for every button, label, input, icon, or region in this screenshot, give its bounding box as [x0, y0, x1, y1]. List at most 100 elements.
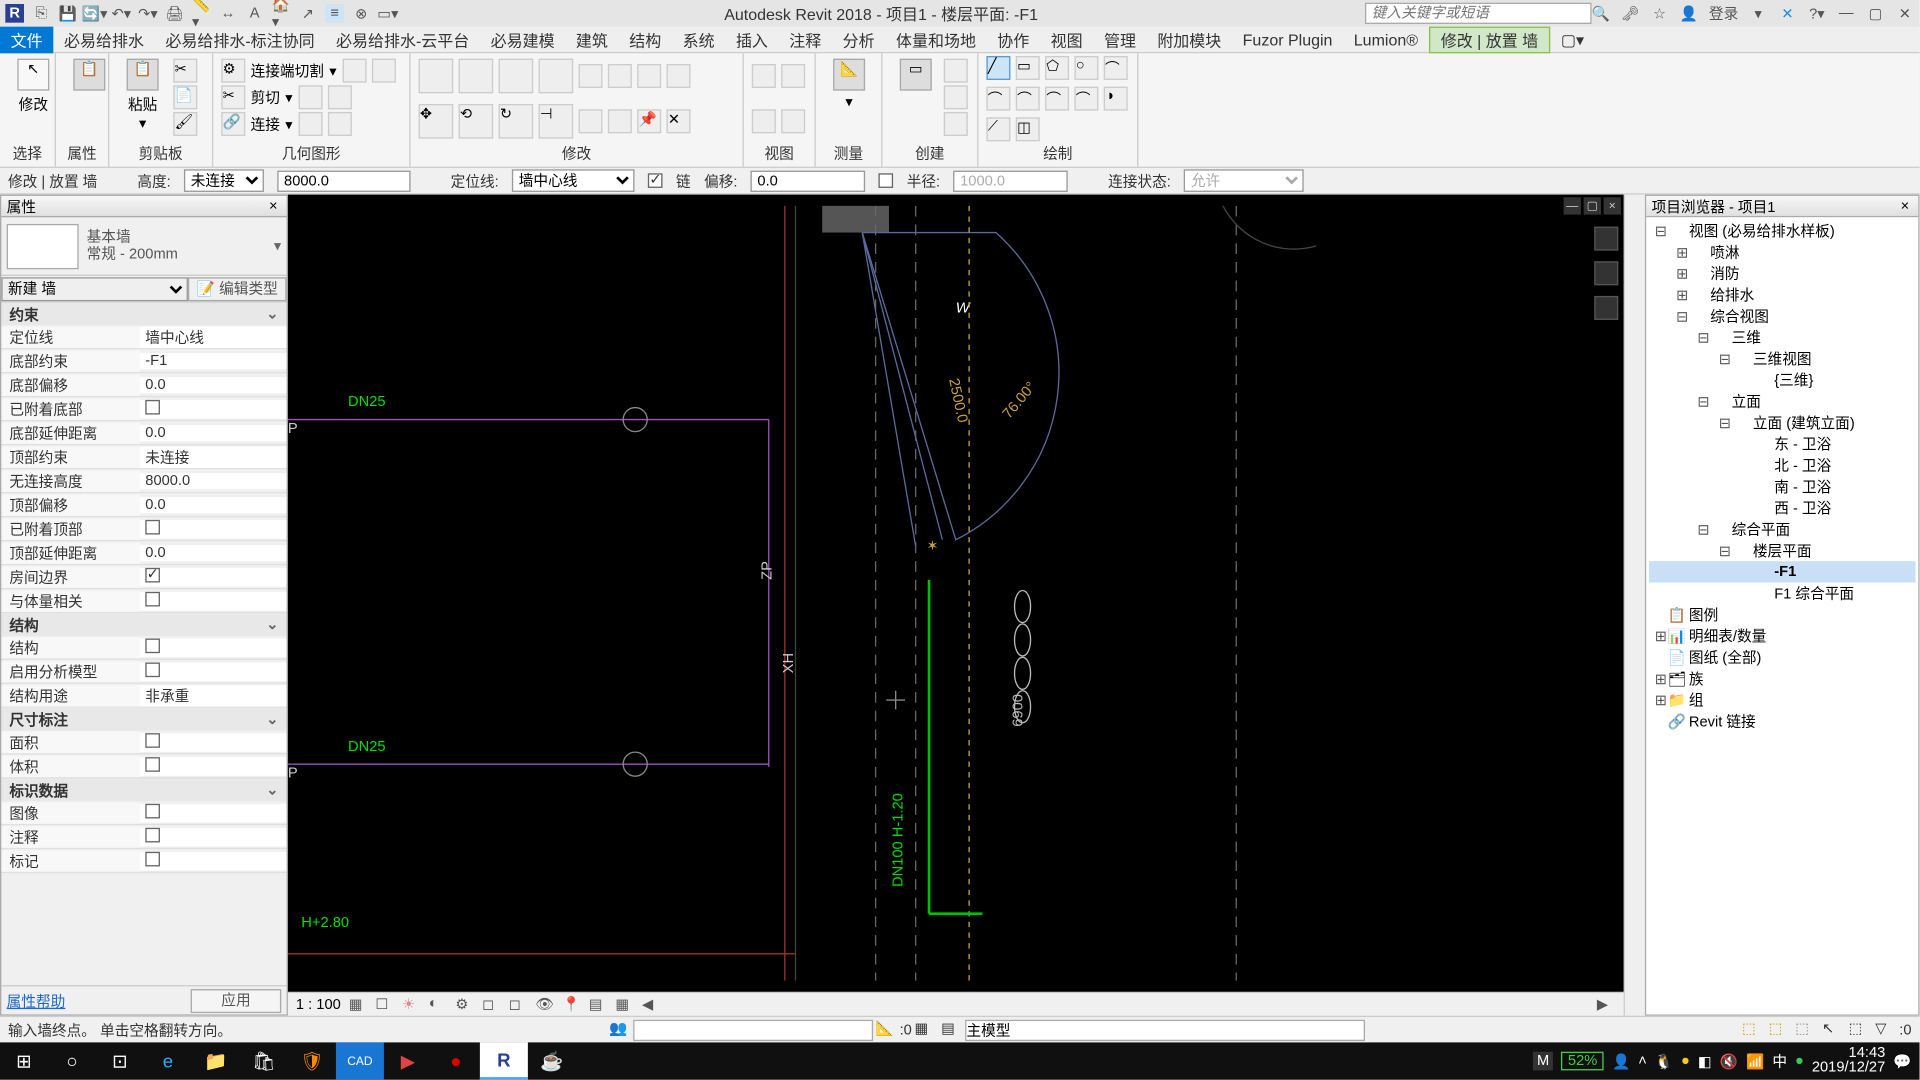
d4-icon[interactable]: ⌒ [1074, 87, 1098, 111]
detail-icon[interactable]: ▦ [349, 995, 368, 1014]
edge-icon[interactable]: e [144, 1042, 192, 1079]
record-icon[interactable]: ● [432, 1042, 480, 1079]
mirror-draw-icon[interactable] [539, 59, 574, 94]
array-icon[interactable] [637, 64, 661, 88]
prop-row[interactable]: 体积 [1, 754, 286, 778]
properties-close-icon[interactable]: × [265, 198, 281, 214]
m2-icon[interactable] [608, 109, 632, 133]
prop-row[interactable]: 标记 [1, 849, 286, 873]
properties-button[interactable]: 📋 [64, 56, 115, 93]
tree-node[interactable]: -F1 [1649, 561, 1916, 582]
v3-icon[interactable] [752, 109, 776, 133]
prop-row[interactable]: 图像 [1, 801, 286, 825]
tree-node[interactable]: 北 - 卫浴 [1649, 455, 1916, 476]
tree-node[interactable]: 🔗Revit 链接 [1649, 710, 1916, 731]
paste-button[interactable]: 📋粘贴▾ [117, 56, 168, 141]
view-max-icon[interactable]: ▢ [1584, 197, 1601, 214]
volume-icon[interactable]: 🔇 [1720, 1052, 1738, 1069]
tree-node[interactable]: ⊟立面 (建筑立面) [1649, 412, 1916, 433]
geo5-icon[interactable] [298, 112, 322, 136]
rect-icon[interactable]: ▭ [1016, 56, 1040, 80]
main-model-input[interactable] [965, 1019, 1365, 1040]
d2-icon[interactable]: ⌒ [1016, 87, 1040, 111]
browser-tree[interactable]: ⊟视图 (必易给排水样板)⊞喷淋⊞消防⊞给排水⊟综合视图⊟三维⊟三维视图{三维}… [1646, 217, 1918, 1014]
ribbon-tab-14[interactable]: 管理 [1093, 27, 1146, 54]
align-icon[interactable] [419, 59, 454, 94]
c2-icon[interactable] [944, 85, 968, 109]
tree-node[interactable]: ⊞喷淋 [1649, 241, 1916, 262]
offset-input[interactable] [751, 170, 866, 191]
ribbon-tab-13[interactable]: 视图 [1040, 27, 1093, 54]
tree-node[interactable]: ⊞🗂族 [1649, 668, 1916, 689]
help-search-input[interactable] [1365, 3, 1592, 24]
store-icon[interactable]: 🛍 [240, 1042, 288, 1079]
c1-icon[interactable] [944, 59, 968, 83]
taskview-icon[interactable]: ⊡ [96, 1042, 144, 1079]
prop-row[interactable]: 注释 [1, 825, 286, 849]
offset-icon[interactable] [459, 59, 494, 94]
ribbon-tab-1[interactable]: 必易给排水 [53, 27, 154, 54]
ribbon-tab-9[interactable]: 注释 [779, 27, 832, 54]
v2-icon[interactable] [781, 64, 805, 88]
tree-node[interactable]: ⊞消防 [1649, 263, 1916, 284]
prop-row[interactable]: 顶部延伸距离0.0 [1, 541, 286, 565]
tree-node[interactable]: ⊞给排水 [1649, 284, 1916, 305]
revit-logo-icon[interactable]: R [5, 4, 24, 23]
move-icon[interactable]: ✥ [419, 104, 454, 139]
tree-node[interactable]: ⊞📊明细表/数量 [1649, 625, 1916, 646]
apply-button[interactable]: 应用 [191, 988, 282, 1012]
tray2-icon[interactable]: ● [1681, 1053, 1690, 1069]
d3-icon[interactable]: ⌒ [1045, 87, 1069, 111]
undo-icon[interactable]: ↶▾ [112, 4, 131, 23]
prop-row[interactable]: 无连接高度8000.0 [1, 469, 286, 493]
tree-node[interactable]: 东 - 卫浴 [1649, 433, 1916, 454]
ribbon-tab-18[interactable]: 修改 | 放置 墙 [1429, 27, 1550, 54]
editable-icon[interactable]: ▤ [941, 1019, 962, 1040]
shadow-icon[interactable]: ◐ [429, 995, 448, 1014]
split-icon[interactable] [608, 64, 632, 88]
cortana-icon[interactable]: ○ [48, 1042, 96, 1079]
tray-green-icon[interactable]: ● [1795, 1053, 1804, 1069]
cad-icon[interactable]: CAD [336, 1042, 384, 1079]
ribbon-tab-5[interactable]: 建筑 [565, 27, 618, 54]
new-select[interactable]: 新建 墙 [1, 277, 188, 301]
prop-row[interactable]: 面积 [1, 730, 286, 754]
copy-icon[interactable]: 📄 [173, 85, 197, 109]
sun-icon[interactable]: ☀ [402, 995, 421, 1014]
geo3-icon[interactable] [298, 85, 322, 109]
c3-icon[interactable] [944, 112, 968, 136]
view-min-icon[interactable]: — [1564, 197, 1581, 214]
ribbon-tab-7[interactable]: 系统 [672, 27, 725, 54]
ribbon-tab-3[interactable]: 必易给排水-云平台 [325, 27, 480, 54]
network-icon[interactable]: 📶 [1746, 1052, 1764, 1069]
radius-input[interactable] [953, 170, 1068, 191]
ribbon-tab-8[interactable]: 插入 [725, 27, 778, 54]
circ-icon[interactable]: ○ [1074, 56, 1098, 80]
view-close-icon[interactable]: × [1604, 197, 1621, 214]
people-icon[interactable]: 👤 [1612, 1052, 1630, 1069]
tree-node[interactable]: ⊟立面 [1649, 391, 1916, 412]
tray1-icon[interactable]: 🐧 [1655, 1052, 1673, 1069]
height-input[interactable] [277, 170, 410, 191]
tray-m-icon[interactable]: M [1533, 1052, 1553, 1071]
browser-close-icon[interactable]: × [1897, 198, 1913, 214]
prop-row[interactable]: 启用分析模型 [1, 660, 286, 684]
tree-node[interactable]: 西 - 卫浴 [1649, 497, 1916, 518]
explorer-icon[interactable]: 📁 [192, 1042, 240, 1079]
tree-node[interactable]: {三维} [1649, 369, 1916, 390]
filter-icon[interactable]: ▽ [1875, 1019, 1896, 1040]
crop-show-icon[interactable]: ◻ [509, 995, 528, 1014]
print-icon[interactable]: 🖨 [165, 4, 184, 23]
clock[interactable]: 14:432019/12/27 [1812, 1046, 1885, 1075]
navwheel-icon[interactable] [1594, 227, 1618, 251]
tree-node[interactable]: 📄图纸 (全部) [1649, 647, 1916, 668]
geo1-icon[interactable] [342, 59, 366, 83]
analytic-icon[interactable]: ▦ [615, 995, 634, 1014]
tree-node[interactable]: ⊟视图 (必易给排水样板) [1649, 220, 1916, 241]
sel2-icon[interactable]: ⬚ [1769, 1019, 1790, 1040]
chain-checkbox[interactable] [648, 173, 663, 188]
scroll-column[interactable] [1624, 195, 1645, 1016]
prop-row[interactable]: 底部延伸距离0.0 [1, 421, 286, 445]
sel1-icon[interactable]: ⬚ [1742, 1019, 1763, 1040]
match-icon[interactable]: 🖌 [173, 112, 197, 136]
